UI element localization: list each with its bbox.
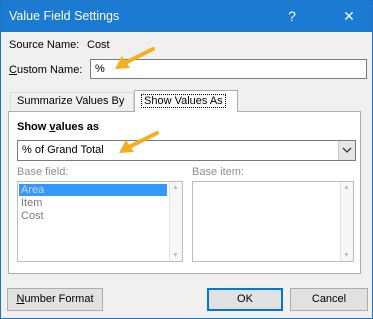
- base-field-list[interactable]: Area Item Cost ▲ ▼: [17, 181, 183, 262]
- show-values-as-selected: % of Grand Total: [22, 144, 104, 156]
- ok-button[interactable]: OK: [207, 288, 283, 311]
- dialog-window: Value Field Settings ? ✕ Source Name: Co…: [0, 0, 373, 319]
- show-values-as-dropdown[interactable]: % of Grand Total: [17, 140, 356, 161]
- custom-name-value: %: [95, 63, 105, 75]
- source-name-value: Cost: [87, 39, 110, 51]
- help-button[interactable]: ?: [269, 1, 315, 32]
- scroll-down-icon: ▼: [172, 252, 179, 259]
- base-field-label: Base field:: [17, 166, 69, 178]
- scroll-up-icon: ▲: [172, 184, 179, 191]
- number-format-button[interactable]: Number Format: [7, 288, 103, 311]
- base-field-scrollbar[interactable]: ▲ ▼: [169, 182, 182, 261]
- dropdown-button[interactable]: [338, 141, 355, 160]
- cancel-button[interactable]: Cancel: [290, 288, 368, 311]
- tab-show-values-label: Show Values As: [141, 94, 226, 108]
- custom-name-label: Custom Name:: [9, 64, 83, 76]
- tab-summarize-values-by[interactable]: Summarize Values By: [10, 92, 134, 111]
- list-item[interactable]: Cost: [19, 210, 44, 222]
- help-icon: ?: [288, 8, 296, 24]
- annotation-arrow-icon: [119, 131, 159, 153]
- base-item-list[interactable]: ▲ ▼: [192, 181, 354, 262]
- annotation-arrow-icon: [115, 47, 155, 69]
- close-button[interactable]: ✕: [326, 1, 372, 32]
- show-values-as-label: Show values as: [17, 121, 99, 133]
- scroll-up-icon: ▲: [343, 184, 350, 191]
- window-title: Value Field Settings: [9, 9, 120, 23]
- close-icon: ✕: [343, 8, 355, 24]
- scroll-down-icon: ▼: [343, 252, 350, 259]
- source-name-label: Source Name:: [9, 39, 80, 51]
- list-item[interactable]: Item: [19, 197, 42, 209]
- tab-panel: Show values as % of Grand Total Base fie…: [8, 111, 361, 274]
- tab-show-values-as[interactable]: Show Values As: [134, 90, 238, 112]
- base-item-label: Base item:: [192, 166, 244, 178]
- list-item[interactable]: Area: [19, 184, 167, 196]
- tab-summarize-label: Summarize Values By: [17, 95, 125, 107]
- base-item-scrollbar[interactable]: ▲ ▼: [340, 182, 353, 261]
- title-bar: Value Field Settings ? ✕: [1, 1, 372, 32]
- chevron-down-icon: [342, 147, 352, 153]
